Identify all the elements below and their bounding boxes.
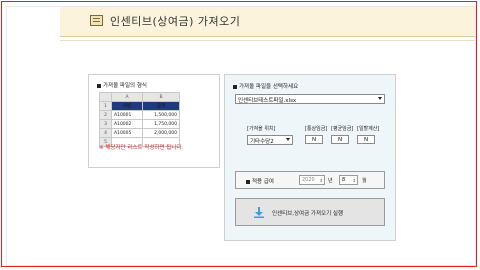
warning-note: ※ 해당자만 리스트 작성하면 됩니다. [99,145,184,151]
target-label: [가져올 위치] [247,126,276,132]
run-import-button[interactable]: 인센티브,상여금 가져오기 실행 [235,198,385,226]
month-value: 8 [342,177,346,183]
row-number: 3 [99,119,112,129]
import-panel: 가져올 파일을 선택하세요 인센티브테스트파일.xlsx [가져올 위치] [통… [224,74,396,241]
year-unit: 년 [328,178,333,184]
row-number: 4 [99,128,112,138]
document-icon [90,15,103,26]
file-section-title: 가져올 파일을 선택하세요 [233,82,298,90]
ordinary-wage-input[interactable]: N [305,135,323,144]
table-cell: 2,000,000 [142,128,180,138]
file-select[interactable]: 인센티브테스트파일.xlsx [235,94,385,104]
row-number: 1 [99,101,112,111]
target-select-value: 기타수당2 [250,139,274,145]
sample-sheet: A B 1 사번 금액 2 A10001 1,500,000 3 A10002 … [99,92,180,147]
target-select[interactable]: 기타수당2 [247,135,293,145]
ordinary-wage-label: [통상임금] [305,126,328,132]
spinner-icon[interactable]: ⇕ [320,177,323,185]
table-cell: A10005 [111,128,143,138]
month-input[interactable]: 8 ⇕ [339,175,358,185]
spinner-icon[interactable]: ⇕ [353,177,356,185]
date-label-text: 적용 급여 [252,179,274,185]
average-wage-input[interactable]: N [331,135,349,144]
payroll-date-box: 적용 급여 2020 ⇕ 년 8 ⇕ 월 [235,171,385,189]
bullet-icon [246,179,250,184]
table-cell: A10001 [111,110,143,120]
format-section-title: 가져올 파일의 형식 [97,81,147,89]
column-header: B [142,92,180,102]
header-divider [60,40,475,41]
file-title-text: 가져올 파일을 선택하세요 [239,84,299,90]
format-panel: 가져올 파일의 형식 A B 1 사번 금액 2 A10001 1,500,00… [88,74,220,168]
daily-calc-label: [일할계산] [357,126,380,132]
row-number: 2 [99,110,112,120]
file-select-value: 인센티브테스트파일.xlsx [238,98,297,104]
format-title-text: 가져올 파일의 형식 [103,83,147,89]
header-cell-id: 사번 [111,101,143,111]
year-input[interactable]: 2020 ⇕ [299,175,325,185]
chevron-down-icon [286,138,290,141]
column-header: A [111,92,143,102]
year-value: 2020 [302,177,315,183]
header-cell-amount: 금액 [142,101,180,111]
average-wage-label: [평균임금] [331,126,354,132]
sheet-corner [99,92,112,102]
table-cell: A10002 [111,119,143,129]
date-section-title: 적용 급여 [246,177,274,185]
table-cell: 1,750,000 [142,119,180,129]
download-icon [254,207,264,218]
daily-calc-input[interactable]: N [357,135,375,144]
bullet-icon [233,84,237,89]
run-import-label: 인센티브,상여금 가져오기 실행 [272,211,344,217]
page-title: 인센티브(상여금) 가져오기 [110,15,241,28]
chevron-down-icon [378,97,382,100]
table-cell: 1,500,000 [142,110,180,120]
month-unit: 월 [362,178,367,184]
title-bar: 인센티브(상여금) 가져오기 [60,7,475,37]
bullet-icon [97,83,101,88]
